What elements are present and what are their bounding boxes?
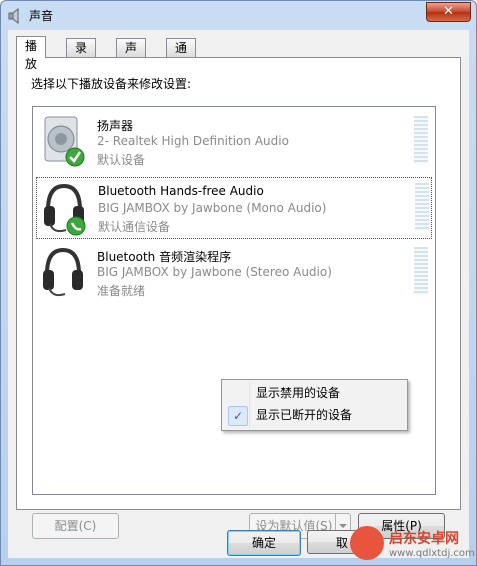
tab-recording[interactable]: 录制 <box>66 38 97 73</box>
close-icon: ✕ <box>443 4 454 19</box>
title-bar[interactable]: 声音 ✕ <box>1 1 476 29</box>
default-check-badge <box>65 147 85 167</box>
configure-button[interactable]: 配置(C) <box>32 513 119 539</box>
menu-item-show-disconnected[interactable]: ✓ 显示已断开的设备 <box>224 404 405 426</box>
device-name: Bluetooth Hands-free Audio <box>98 184 264 198</box>
close-button[interactable]: ✕ <box>426 2 471 22</box>
menu-item-label: 显示已断开的设备 <box>256 408 353 422</box>
communication-phone-badge <box>66 216 86 236</box>
device-item-bluetooth-stereo[interactable]: Bluetooth 音频渲染程序 BIG JAMBOX by Jawbone (… <box>36 242 430 302</box>
checkmark-icon: ✓ <box>228 406 248 426</box>
watermark: 启东安卓网 www.qdlxtdj.com <box>347 524 477 566</box>
playback-tab-panel: 选择以下播放设备来修改设置: 扬声器 2- Realtek High Defin… <box>16 57 461 539</box>
device-status: 准备就绪 <box>97 284 146 298</box>
sound-dialog-window: 声音 ✕ 播放 录制 声音 通信 选择以下播放设备来修改设置: <box>0 0 477 566</box>
volume-meter <box>414 116 428 164</box>
speaker-icon <box>44 116 85 167</box>
watermark-url: www.qdlxtdj.com <box>389 548 475 559</box>
menu-item-show-disabled[interactable]: 显示禁用的设备 <box>224 382 405 404</box>
menu-item-label: 显示禁用的设备 <box>256 386 341 400</box>
device-item-speakers[interactable]: 扬声器 2- Realtek High Definition Audio 默认设… <box>36 111 430 171</box>
device-name: 扬声器 <box>97 119 134 133</box>
ok-button[interactable]: 确定 <box>227 530 301 556</box>
volume-meter <box>415 183 429 231</box>
watermark-logo-icon <box>350 526 384 560</box>
device-item-bluetooth-handsfree[interactable]: Bluetooth Hands-free Audio BIG JAMBOX by… <box>36 177 432 239</box>
device-name: Bluetooth 音频渲染程序 <box>97 250 232 264</box>
context-menu: 显示禁用的设备 ✓ 显示已断开的设备 <box>221 379 408 431</box>
tab-playback[interactable]: 播放 <box>16 36 47 71</box>
device-status: 默认设备 <box>97 153 146 167</box>
volume-meter <box>414 247 428 295</box>
headset-icon <box>44 183 86 236</box>
device-description: BIG JAMBOX by Jawbone (Stereo Audio) <box>97 265 332 279</box>
device-list[interactable]: 扬声器 2- Realtek High Definition Audio 默认设… <box>32 106 436 495</box>
device-description: 2- Realtek High Definition Audio <box>97 134 289 148</box>
watermark-title: 启东安卓网 <box>389 531 459 547</box>
headset-icon <box>43 247 83 297</box>
device-status: 默认通信设备 <box>98 220 171 234</box>
tab-communications[interactable]: 通信 <box>166 38 197 73</box>
dialog-client-area: 播放 录制 声音 通信 选择以下播放设备来修改设置: <box>8 30 469 558</box>
speaker-app-icon <box>8 8 19 24</box>
window-title: 声音 <box>29 9 54 23</box>
instruction-text: 选择以下播放设备来修改设置: <box>31 77 192 91</box>
device-description: BIG JAMBOX by Jawbone (Mono Audio) <box>98 201 327 215</box>
tab-sounds[interactable]: 声音 <box>116 38 147 73</box>
